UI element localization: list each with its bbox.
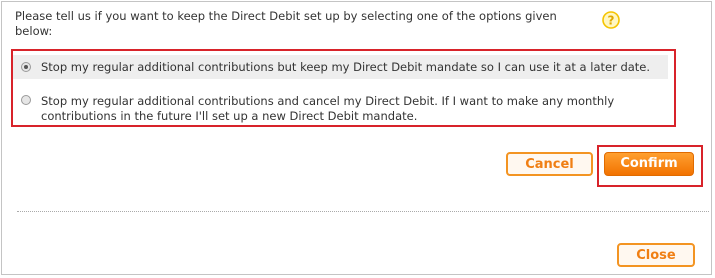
option-keep-mandate-radio[interactable] bbox=[21, 62, 31, 72]
option-keep-mandate-label[interactable]: Stop my regular additional contributions… bbox=[41, 60, 671, 75]
divider bbox=[17, 211, 709, 212]
dialog-panel bbox=[1, 1, 712, 275]
cancel-button[interactable]: Cancel bbox=[506, 152, 593, 176]
question-mark-circle-icon[interactable]: ? bbox=[602, 11, 620, 29]
intro-text: Please tell us if you want to keep the D… bbox=[15, 9, 557, 38]
option-cancel-mandate-label[interactable]: Stop my regular additional contributions… bbox=[41, 94, 676, 124]
confirm-button[interactable]: Confirm bbox=[604, 152, 694, 176]
svg-text:?: ? bbox=[608, 14, 615, 28]
option-cancel-mandate-radio[interactable] bbox=[21, 95, 31, 105]
close-button[interactable]: Close bbox=[617, 243, 695, 267]
